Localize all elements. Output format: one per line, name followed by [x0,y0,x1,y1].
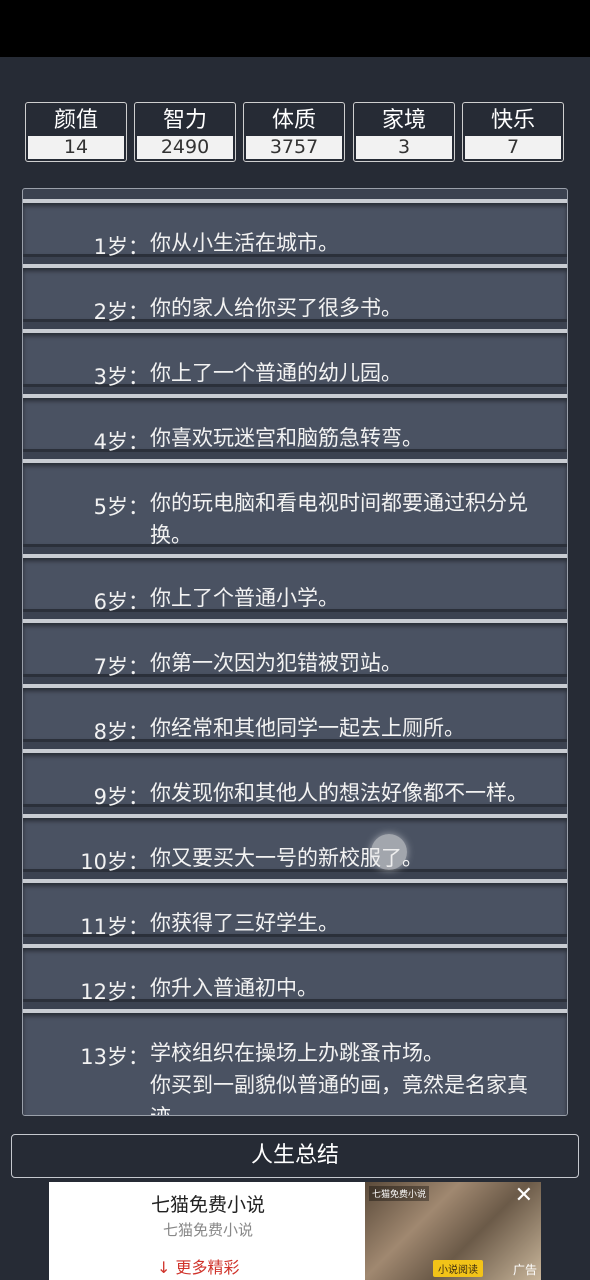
download-arrow-icon: ↓ [157,1258,171,1277]
log-entry: 11岁： 你获得了三好学生。 [23,879,567,939]
log-text: 你又要买大一号的新校服了。 [150,846,423,870]
log-text: 你获得了三好学生。 [150,911,339,935]
stat-label: 体质 [271,108,316,133]
ad-title: 七猫免费小说 [150,1194,265,1216]
log-text: 你从小生活在城市。 [150,231,339,255]
stats-bar: 颜值 14 智力 2490 体质 3757 家境 3 快乐 7 [25,102,565,164]
stat-value: 7 [465,136,561,159]
log-text: 你发现你和其他人的想法好像都不一样。 [150,781,528,805]
log-text: 你上了一个普通的幼儿园。 [150,361,402,385]
life-summary-button[interactable]: 人生总结 [11,1134,579,1178]
log-age: 5岁： [93,495,149,519]
stat-label: 颜值 [53,108,98,133]
status-bar [0,0,590,57]
log-entry: 12岁： 你升入普通初中。 [23,944,567,1004]
ad-image-badge: 七猫免费小说 [369,1186,430,1201]
log-entry: 5岁： 你的玩电脑和看电视时间都要通过积分兑换。 [23,459,567,547]
stat-value: 14 [28,136,124,159]
log-entry: 6岁： 你上了个普通小学。 [23,554,567,614]
log-age: 2岁： [93,300,149,324]
log-text: 你经常和其他同学一起去上厕所。 [150,716,465,740]
stat-label: 家境 [381,108,426,133]
log-entry: 2岁： 你的家人给你买了很多书。 [23,264,567,324]
log-entry: 13岁： 学校组织在操场上办跳蚤市场。 你买到一副貌似普通的画，竟然是名家真迹。 [23,1009,567,1115]
stat-label: 快乐 [490,108,535,133]
log-text: 你喜欢玩迷宫和脑筋急转弯。 [150,426,423,450]
ad-subtitle: 七猫免费小说 [162,1221,253,1239]
log-text: 你的家人给你买了很多书。 [150,296,402,320]
log-entry: 3岁： 你上了一个普通的幼儿园。 [23,329,567,389]
stat-value: 3 [356,136,452,159]
ad-read-label: 小说阅读 [433,1260,483,1277]
log-age: 9岁： [93,785,149,809]
log-entry: 9岁： 你发现你和其他人的想法好像都不一样。 [23,749,567,809]
stat-constitution: 体质 3757 [243,102,345,162]
log-age: 8岁： [93,720,149,744]
log-age: 4岁： [93,430,149,454]
log-text: 学校组织在操场上办跳蚤市场。 你买到一副貌似普通的画，竟然是名家真迹。 [150,1041,528,1115]
log-text: 你升入普通初中。 [150,976,318,1000]
log-entry: 10岁： 你又要买大一号的新校服了。 [23,814,567,874]
log-age: 13岁： [80,1045,149,1069]
stat-intelligence: 智力 2490 [134,102,236,162]
stat-value: 3757 [246,136,342,159]
life-log[interactable]: 1岁： 你从小生活在城市。 2岁： 你的家人给你买了很多书。 3岁： 你上了一个… [22,188,568,1116]
log-entry: 1岁： 你从小生活在城市。 [23,199,567,259]
log-text: 你的玩电脑和看电视时间都要通过积分兑换。 [150,491,528,547]
ad-more-link[interactable]: ↓ 更多精彩 [157,1254,240,1278]
ad-label: 广告 [512,1263,537,1277]
close-icon[interactable]: ✕ [515,1185,533,1207]
ad-more-label: 更多精彩 [175,1258,240,1277]
stat-happiness: 快乐 7 [462,102,564,162]
log-age: 10岁： [80,850,149,874]
ad-banner[interactable]: 七猫免费小说 七猫免费小说 ↓ 更多精彩 七猫免费小说 小说阅读 广告 ✕ [49,1182,541,1280]
log-age: 12岁： [80,980,149,1004]
log-age: 7岁： [93,655,149,679]
log-entry: 8岁： 你经常和其他同学一起去上厕所。 [23,684,567,744]
log-age: 11岁： [80,915,149,939]
log-entry: 4岁： 你喜欢玩迷宫和脑筋急转弯。 [23,394,567,454]
log-age: 3岁： [93,365,149,389]
touch-indicator [371,834,407,870]
stat-value: 2490 [137,136,233,159]
log-text: 你第一次因为犯错被罚站。 [150,651,402,675]
log-age: 1岁： [93,235,149,259]
stat-family: 家境 3 [353,102,455,162]
log-entry: 7岁： 你第一次因为犯错被罚站。 [23,619,567,679]
log-text: 你上了个普通小学。 [150,586,339,610]
stat-label: 智力 [162,108,207,133]
stat-appearance: 颜值 14 [25,102,127,162]
log-age: 6岁： [93,590,149,614]
